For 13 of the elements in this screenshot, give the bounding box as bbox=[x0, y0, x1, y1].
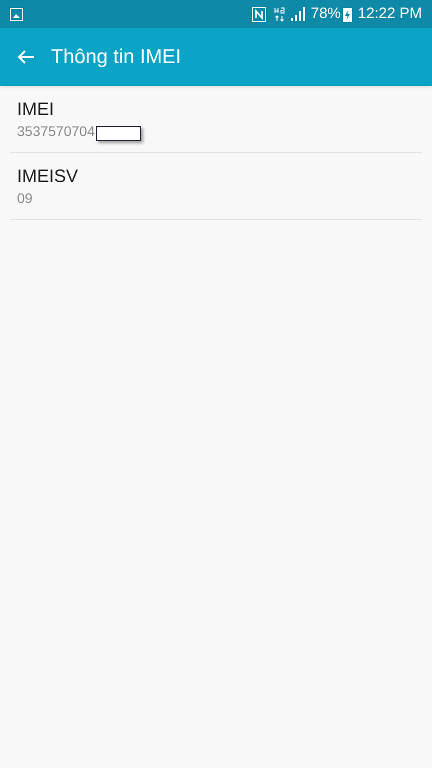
back-arrow-icon bbox=[17, 49, 35, 65]
info-title: IMEISV bbox=[17, 165, 80, 188]
battery-percent: 78% bbox=[310, 4, 341, 24]
signal-icon bbox=[290, 7, 305, 21]
screen-title: Thông tin IMEI bbox=[51, 45, 182, 70]
info-title: IMEI bbox=[17, 98, 56, 121]
image-icon bbox=[10, 8, 23, 20]
info-value: 3537570704 bbox=[17, 122, 95, 141]
data-arrows-icon bbox=[274, 6, 285, 22]
info-value: 09 bbox=[17, 189, 33, 208]
battery-charging-icon bbox=[342, 6, 352, 22]
clock: 12:22 PM bbox=[358, 4, 422, 24]
nfc-icon bbox=[252, 6, 266, 22]
